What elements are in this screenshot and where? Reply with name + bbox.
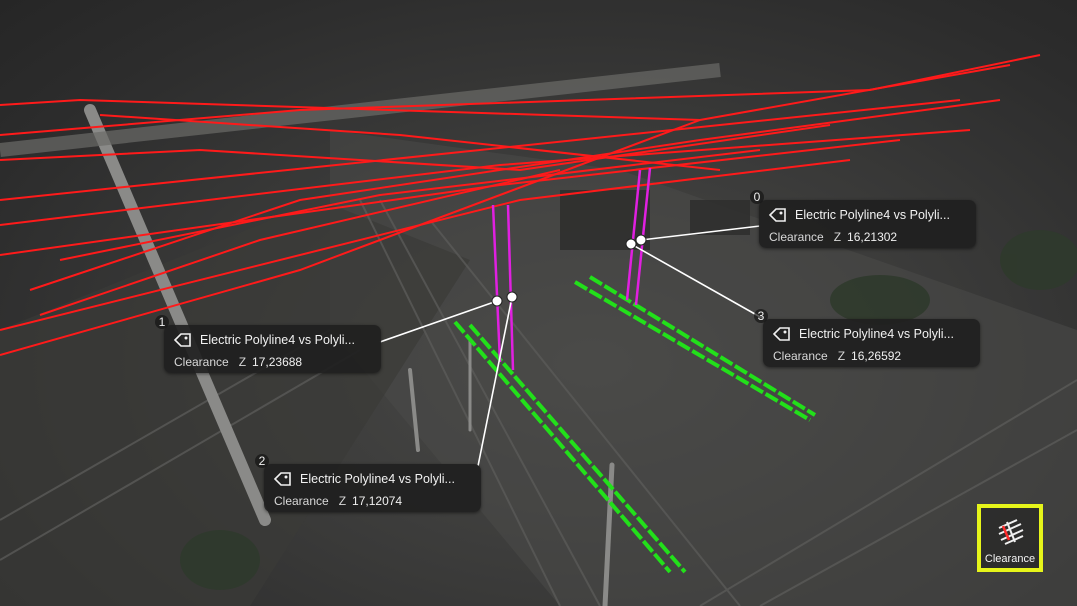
measurement-label-3[interactable]: 3 Electric Polyline4 vs Polyli... Cleara… bbox=[754, 309, 980, 367]
label-value: 17,12074 bbox=[352, 494, 403, 508]
label-metric: Clearance bbox=[274, 494, 329, 508]
label-value: 16,21302 bbox=[847, 230, 898, 244]
clearance-icon bbox=[998, 519, 1024, 545]
tag-icon bbox=[773, 327, 790, 341]
clearance-tool-button[interactable]: Clearance bbox=[977, 504, 1043, 572]
label-title: Electric Polyline4 vs Polyli... bbox=[799, 327, 954, 341]
label-value: 16,26592 bbox=[851, 349, 902, 363]
label-axis: Z bbox=[338, 494, 347, 508]
measurement-label-2[interactable]: 2 Electric Polyline4 vs Polyli... Cleara… bbox=[255, 454, 481, 512]
label-index-badge: 0 bbox=[750, 190, 764, 204]
label-title: Electric Polyline4 vs Polyli... bbox=[300, 472, 455, 486]
label-title: Electric Polyline4 vs Polyli... bbox=[200, 333, 355, 347]
label-index-badge: 3 bbox=[754, 309, 768, 323]
label-value: 17,23688 bbox=[252, 355, 303, 369]
tag-icon bbox=[769, 208, 786, 222]
label-metric: Clearance bbox=[174, 355, 229, 369]
tag-icon bbox=[274, 472, 291, 486]
point-cloud-scene bbox=[0, 54, 1077, 606]
label-index-badge: 1 bbox=[155, 315, 169, 329]
label-title: Electric Polyline4 vs Polyli... bbox=[795, 208, 950, 222]
label-axis: Z bbox=[833, 230, 842, 244]
label-metric: Clearance bbox=[769, 230, 824, 244]
measurement-label-0[interactable]: 0 Electric Polyline4 vs Polyli... Cleara… bbox=[750, 190, 976, 248]
measurement-label-1[interactable]: 1 Electric Polyline4 vs Polyli... Cleara… bbox=[155, 315, 381, 373]
clearance-tool-label: Clearance bbox=[984, 553, 1036, 565]
label-index-badge: 2 bbox=[255, 454, 269, 468]
tag-icon bbox=[174, 333, 191, 347]
label-axis: Z bbox=[238, 355, 247, 369]
label-metric: Clearance bbox=[773, 349, 828, 363]
point-cloud-viewport[interactable]: 0 Electric Polyline4 vs Polyli... Cleara… bbox=[0, 0, 1077, 606]
label-axis: Z bbox=[837, 349, 846, 363]
